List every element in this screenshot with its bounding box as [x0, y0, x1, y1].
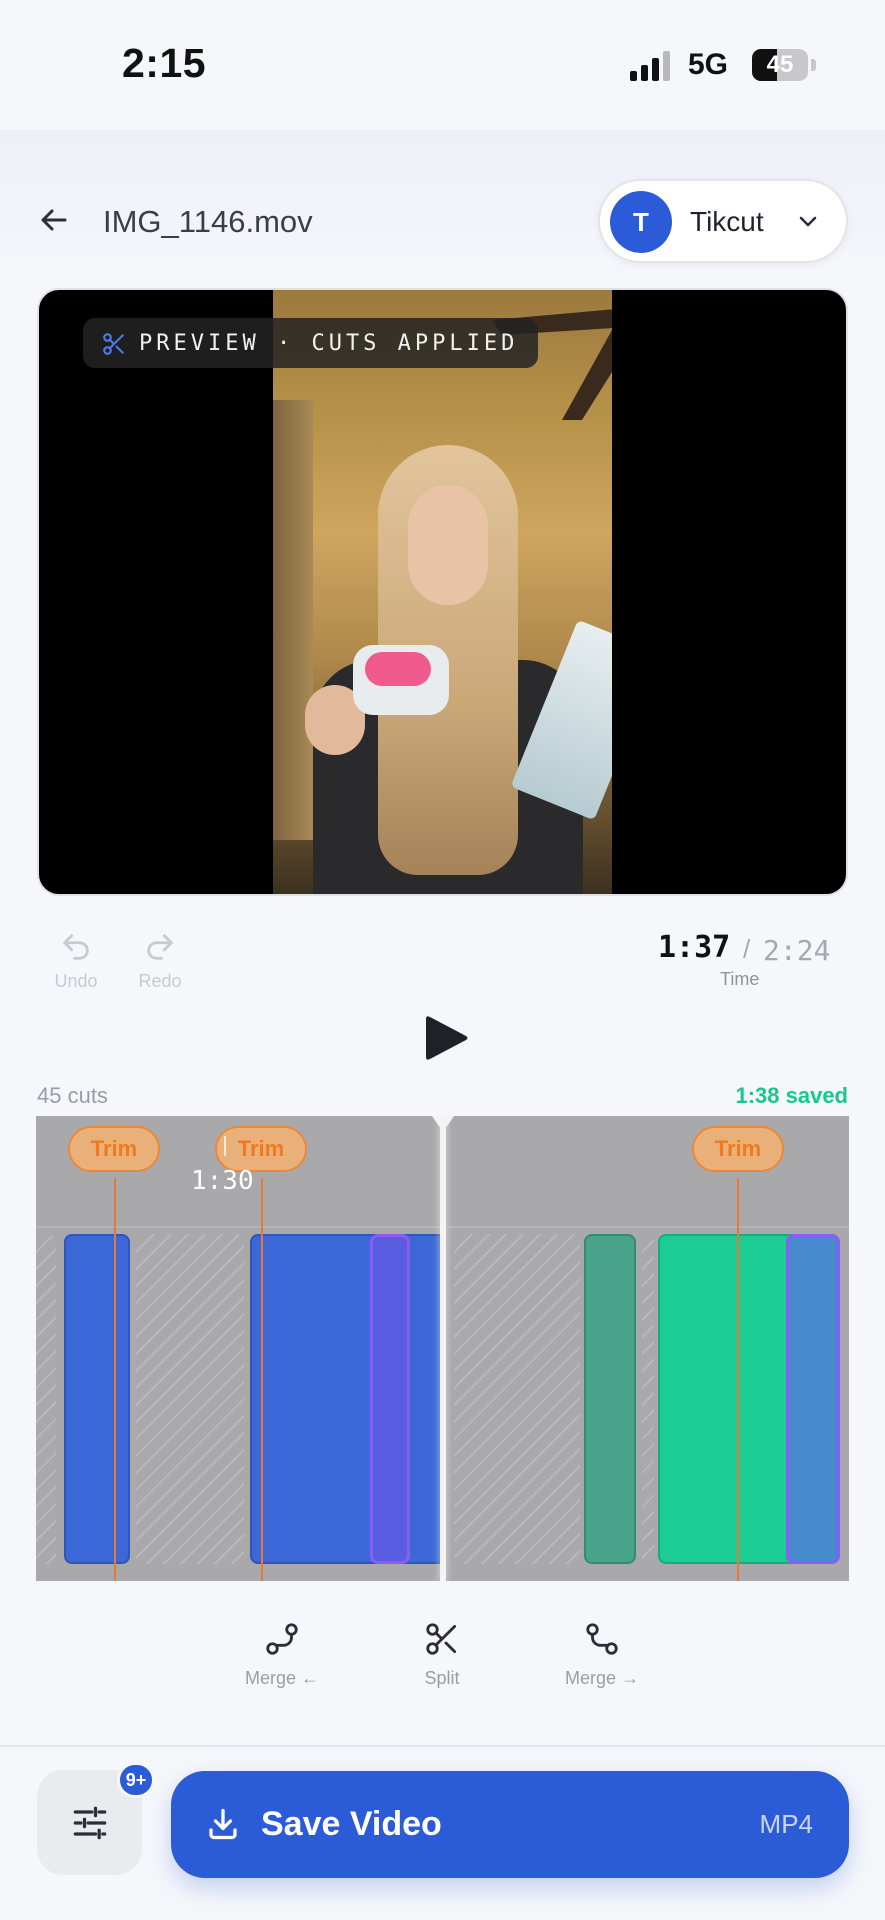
battery-tip — [811, 59, 816, 71]
merge-right-button[interactable]: Merge → — [547, 1620, 657, 1689]
face — [408, 485, 488, 605]
notification-badge: 9+ — [117, 1762, 155, 1798]
export-format: MP4 — [759, 1809, 813, 1839]
scissors-icon — [103, 333, 124, 355]
arrow-left-icon — [41, 209, 67, 231]
sliders-icon — [73, 1806, 106, 1839]
playhead-handle[interactable] — [432, 1116, 454, 1132]
split-label: Split — [424, 1668, 460, 1688]
signal-icon — [630, 51, 670, 81]
redo-label: Redo — [138, 971, 182, 991]
avatar: T — [610, 191, 672, 253]
clip[interactable] — [250, 1234, 446, 1564]
trim-line — [114, 1178, 116, 1581]
clip[interactable] — [64, 1234, 130, 1564]
jar-contents — [365, 652, 431, 686]
cut-region — [36, 1234, 56, 1564]
save-video-label: Save Video — [261, 1805, 442, 1843]
cut-region — [642, 1234, 654, 1564]
download-icon — [209, 1808, 237, 1840]
preview-label: PREVIEW · CUTS APPLIED — [83, 318, 539, 368]
door — [273, 400, 313, 840]
total-time: 2:24 — [763, 934, 831, 967]
bottom-divider — [0, 1745, 885, 1747]
account-selector[interactable]: T Tikcut — [598, 179, 848, 263]
video-frame — [273, 290, 612, 894]
undo-icon — [63, 934, 89, 960]
time-label: Time — [720, 969, 760, 989]
scissors-icon — [426, 1623, 457, 1655]
file-name: IMG_1146.mov — [103, 204, 313, 239]
video-preview[interactable]: PREVIEW · CUTS APPLIED — [37, 288, 848, 896]
save-video-button[interactable]: Save Video MP4 — [171, 1771, 849, 1878]
redo-button[interactable]: Redo — [132, 930, 188, 992]
merge-left-icon — [266, 1623, 298, 1655]
merge-right-icon — [586, 1623, 618, 1655]
cut-region — [136, 1234, 244, 1564]
merge-left-button[interactable]: Merge ← — [227, 1620, 337, 1689]
trim-line — [737, 1178, 739, 1581]
chevron-down-icon — [799, 216, 817, 227]
time-marker-tick — [224, 1136, 226, 1156]
timeline[interactable]: Trim Trim Trim 1:30 — [36, 1116, 849, 1581]
battery-level: 45 — [766, 51, 794, 78]
merge-left-label: Merge ← — [244, 1668, 320, 1688]
clip[interactable] — [584, 1234, 636, 1564]
time-marker: 1:30 — [191, 1166, 254, 1196]
current-time: 1:37 — [658, 930, 731, 965]
battery-icon: 45 — [752, 49, 808, 81]
trim-line — [261, 1178, 263, 1581]
network-label: 5G — [688, 48, 729, 81]
playhead[interactable] — [440, 1116, 446, 1581]
saved-time: 1:38 saved — [735, 1083, 848, 1108]
redo-icon — [147, 934, 173, 960]
cut-region — [454, 1234, 580, 1564]
cuts-count: 45 cuts — [37, 1083, 108, 1108]
status-time: 2:15 — [122, 40, 207, 86]
split-button[interactable]: Split — [387, 1620, 497, 1689]
back-button[interactable] — [32, 198, 76, 242]
preview-label-text: PREVIEW · CUTS APPLIED — [139, 330, 519, 356]
merge-right-label: Merge → — [564, 1668, 640, 1688]
account-name: Tikcut — [690, 206, 764, 237]
selected-clip[interactable] — [786, 1234, 840, 1564]
status-bar: 2:15 5G 45 — [0, 0, 885, 130]
play-button[interactable] — [420, 1012, 472, 1064]
selected-clip[interactable] — [370, 1234, 410, 1564]
undo-button[interactable]: Undo — [48, 930, 104, 992]
trim-marker[interactable]: Trim — [692, 1126, 784, 1172]
undo-label: Undo — [54, 971, 98, 991]
time-separator: / — [743, 934, 751, 964]
trim-marker[interactable]: Trim — [68, 1126, 160, 1172]
